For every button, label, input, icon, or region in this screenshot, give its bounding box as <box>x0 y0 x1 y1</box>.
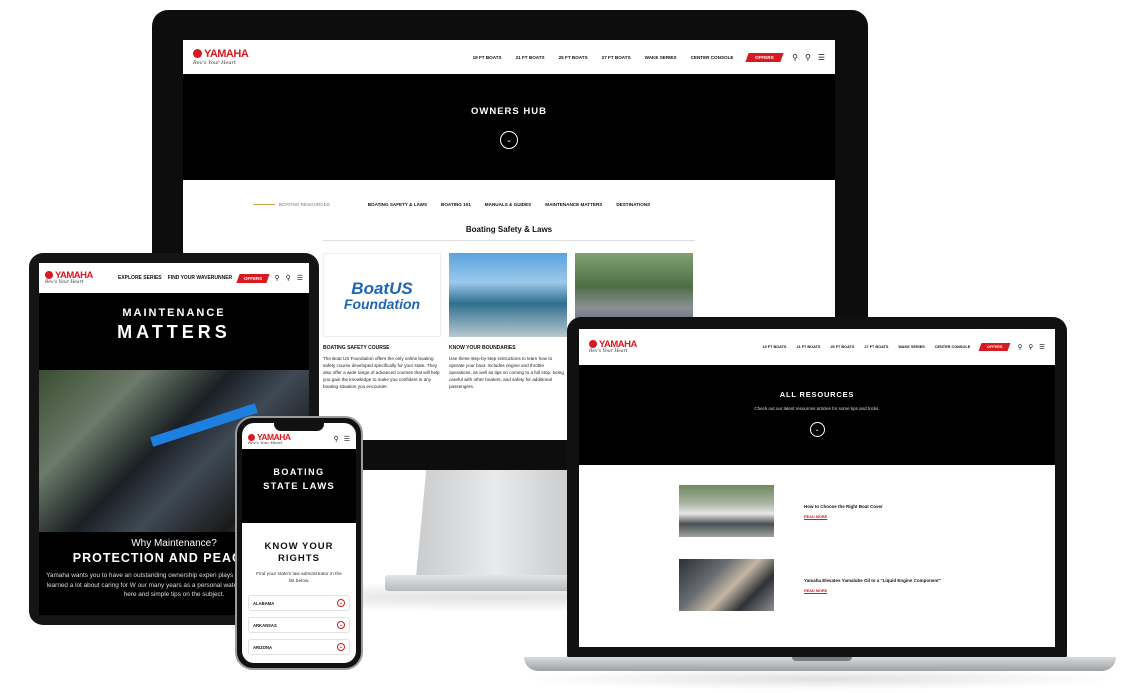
offers-button[interactable]: OFFERS <box>978 343 1012 351</box>
know-your-rights: KNOW YOUR RIGHTS Find your state's law a… <box>242 523 356 585</box>
phone-screen: YAMAHA Rev's Your Heart ⚲ ☰ BOATING STAT… <box>242 423 356 663</box>
menu-icon[interactable]: ☰ <box>1039 343 1045 351</box>
search-icon[interactable]: ⚲ <box>286 274 291 282</box>
hero-line-2: STATE LAWS <box>263 481 335 492</box>
chevron-down-icon: ⌄ <box>337 599 345 608</box>
resources-label: BOATING RESOURCES <box>253 202 330 207</box>
location-icon[interactable]: ⚲ <box>792 53 798 62</box>
laptop-navbar: YAMAHA Rev's Your Heart 19 FT BOATS 21 F… <box>579 329 1055 365</box>
hero-line-2: MATTERS <box>117 322 231 342</box>
nav-center-console[interactable]: CENTER CONSOLE <box>935 345 970 349</box>
know-subtitle: Find your state's law administrator in t… <box>256 571 342 584</box>
engine-photo <box>679 559 774 611</box>
chevron-down-icon: ⌄ <box>337 621 345 630</box>
brand-tagline: Rev's Your Heart <box>193 59 236 66</box>
search-icon[interactable]: ⚲ <box>1028 343 1033 351</box>
nav-wake-series[interactable]: WAKE SERIES <box>898 345 924 349</box>
nav-25ft-boats[interactable]: 25 FT BOATS <box>830 345 854 349</box>
laptop-screen: YAMAHA Rev's Your Heart 19 FT BOATS 21 F… <box>579 329 1055 647</box>
hero-subtitle: Check out our latest resources articles … <box>754 406 880 411</box>
page-title: ALL RESOURCES <box>779 390 855 399</box>
yamaha-logo[interactable]: YAMAHA Rev's Your Heart <box>45 271 93 285</box>
state-item-arizona[interactable]: ARIZONA ⌄ <box>248 639 350 656</box>
search-icon[interactable]: ⚲ <box>805 53 811 62</box>
article-row[interactable]: How to Choose the Right Boat Cover READ … <box>679 485 1055 537</box>
subnav-manuals-guides[interactable]: MANUALS & GUIDES <box>485 202 531 207</box>
hero-line-1: BOATING <box>273 467 325 477</box>
hero-line-1: MAINTENANCE <box>122 307 226 319</box>
section-title: Boating Safety & Laws <box>465 225 553 234</box>
nav-25ft-boats[interactable]: 25 FT BOATS <box>559 55 588 60</box>
scroll-down-chevron-icon[interactable]: ⌄ <box>809 422 825 437</box>
know-line-1: KNOW YOUR <box>264 541 334 552</box>
nav-27ft-boats[interactable]: 27 FT BOATS <box>864 345 888 349</box>
nav-find-your-waverunner[interactable]: FIND YOUR WAVERUNNER <box>168 275 233 281</box>
menu-icon[interactable]: ☰ <box>818 53 825 62</box>
article-title[interactable]: How to Choose the Right Boat Cover <box>804 504 883 509</box>
yamaha-logo[interactable]: YAMAHA Rev's Your Heart <box>589 340 637 354</box>
subnav-safety-laws[interactable]: BOATING SAFETY & LAWS <box>368 202 427 207</box>
chevron-down-icon: ⌄ <box>337 643 345 652</box>
state-item-alabama[interactable]: ALABAMA ⌄ <box>248 595 350 612</box>
nav-wake-series[interactable]: WAKE SERIES <box>645 55 677 60</box>
state-laws-hero: BOATING STATE LAWS <box>242 449 356 523</box>
divider <box>323 240 695 241</box>
card-title: BOATING SAFETY COURSE <box>323 345 390 351</box>
responsive-device-mockup: YAMAHA Rev's Your Heart 19 FT BOATS 21 F… <box>0 0 1129 693</box>
search-icon[interactable]: ⚲ <box>334 435 339 443</box>
owners-hub-hero: OWNERS HUB ⌄ <box>183 74 835 180</box>
state-item-arkansas[interactable]: ARKANSAS ⌄ <box>248 617 350 634</box>
laptop-shadow <box>520 668 1120 690</box>
card-body: Use these step-by-step instructions to l… <box>449 356 564 390</box>
menu-icon[interactable]: ☰ <box>344 435 350 443</box>
location-icon[interactable]: ⚲ <box>274 274 279 282</box>
nav-21ft-boats[interactable]: 21 FT BOATS <box>796 345 820 349</box>
card-title: KNOW YOUR BOUNDARIES <box>449 345 516 351</box>
read-more-link[interactable]: READ MORE <box>804 515 883 519</box>
card-know-your-boundaries[interactable]: KNOW YOUR BOUNDARIES Use these step-by-s… <box>449 253 567 391</box>
offers-button[interactable]: OFFERS <box>236 273 271 283</box>
boatus-foundation-logo: BoatUS Foundation <box>323 253 441 337</box>
card-body: The Boat US Foundation offers the only o… <box>323 356 440 390</box>
nav-explore-series[interactable]: EXPLORE SERIES <box>118 275 162 281</box>
yamaha-logo[interactable]: YAMAHA Rev's Your Heart <box>248 433 291 446</box>
offers-button[interactable]: OFFERS <box>745 52 784 62</box>
article-title[interactable]: Yamaha Elevates Yamalube Oil to a "Liqui… <box>804 578 941 583</box>
page-title: OWNERS HUB <box>471 106 547 117</box>
nav-19ft-boats[interactable]: 19 FT BOATS <box>473 55 502 60</box>
nav-19ft-boats[interactable]: 19 FT BOATS <box>762 345 786 349</box>
boat-cover-photo <box>679 485 774 537</box>
location-icon[interactable]: ⚲ <box>1018 343 1023 351</box>
card-boating-safety-course[interactable]: BoatUS Foundation BOATING SAFETY COURSE … <box>323 253 441 391</box>
monitor-navbar: YAMAHA Rev's Your Heart 19 FT BOATS 21 F… <box>183 40 835 74</box>
laptop-hinge-notch <box>792 657 852 661</box>
mobile-phone: YAMAHA Rev's Your Heart ⚲ ☰ BOATING STAT… <box>235 416 363 670</box>
all-resources-hero: ALL RESOURCES Check out our latest resou… <box>579 365 1055 465</box>
nav-21ft-boats[interactable]: 21 FT BOATS <box>516 55 545 60</box>
resources-subnav: BOATING RESOURCES BOATING SAFETY & LAWS … <box>183 180 835 207</box>
state-list: ALABAMA ⌄ ARKANSAS ⌄ ARIZONA ⌄ <box>242 595 356 656</box>
laptop-device: YAMAHA Rev's Your Heart 19 FT BOATS 21 F… <box>567 317 1067 659</box>
boater-photo <box>449 253 567 337</box>
tablet-navbar: YAMAHA Rev's Your Heart EXPLORE SERIES F… <box>39 263 309 293</box>
scroll-down-chevron-icon[interactable]: ⌄ <box>500 131 518 149</box>
yamaha-logo[interactable]: YAMAHA Rev's Your Heart <box>193 48 249 66</box>
menu-icon[interactable]: ☰ <box>297 274 303 282</box>
nav-center-console[interactable]: CENTER CONSOLE <box>691 55 734 60</box>
article-row[interactable]: Yamaha Elevates Yamalube Oil to a "Liqui… <box>679 559 1055 611</box>
know-line-2: RIGHTS <box>278 552 320 564</box>
subnav-boating-101[interactable]: BOATING 101 <box>441 202 471 207</box>
maintenance-hero: MAINTENANCE MATTERS <box>39 293 309 343</box>
subnav-maintenance-matters[interactable]: MAINTENANCE MATTERS <box>545 202 602 207</box>
subnav-destinations[interactable]: DESTINATIONS <box>616 202 650 207</box>
nav-27ft-boats[interactable]: 27 FT BOATS <box>602 55 631 60</box>
read-more-link[interactable]: READ MORE <box>804 589 941 593</box>
phone-notch <box>274 423 324 431</box>
